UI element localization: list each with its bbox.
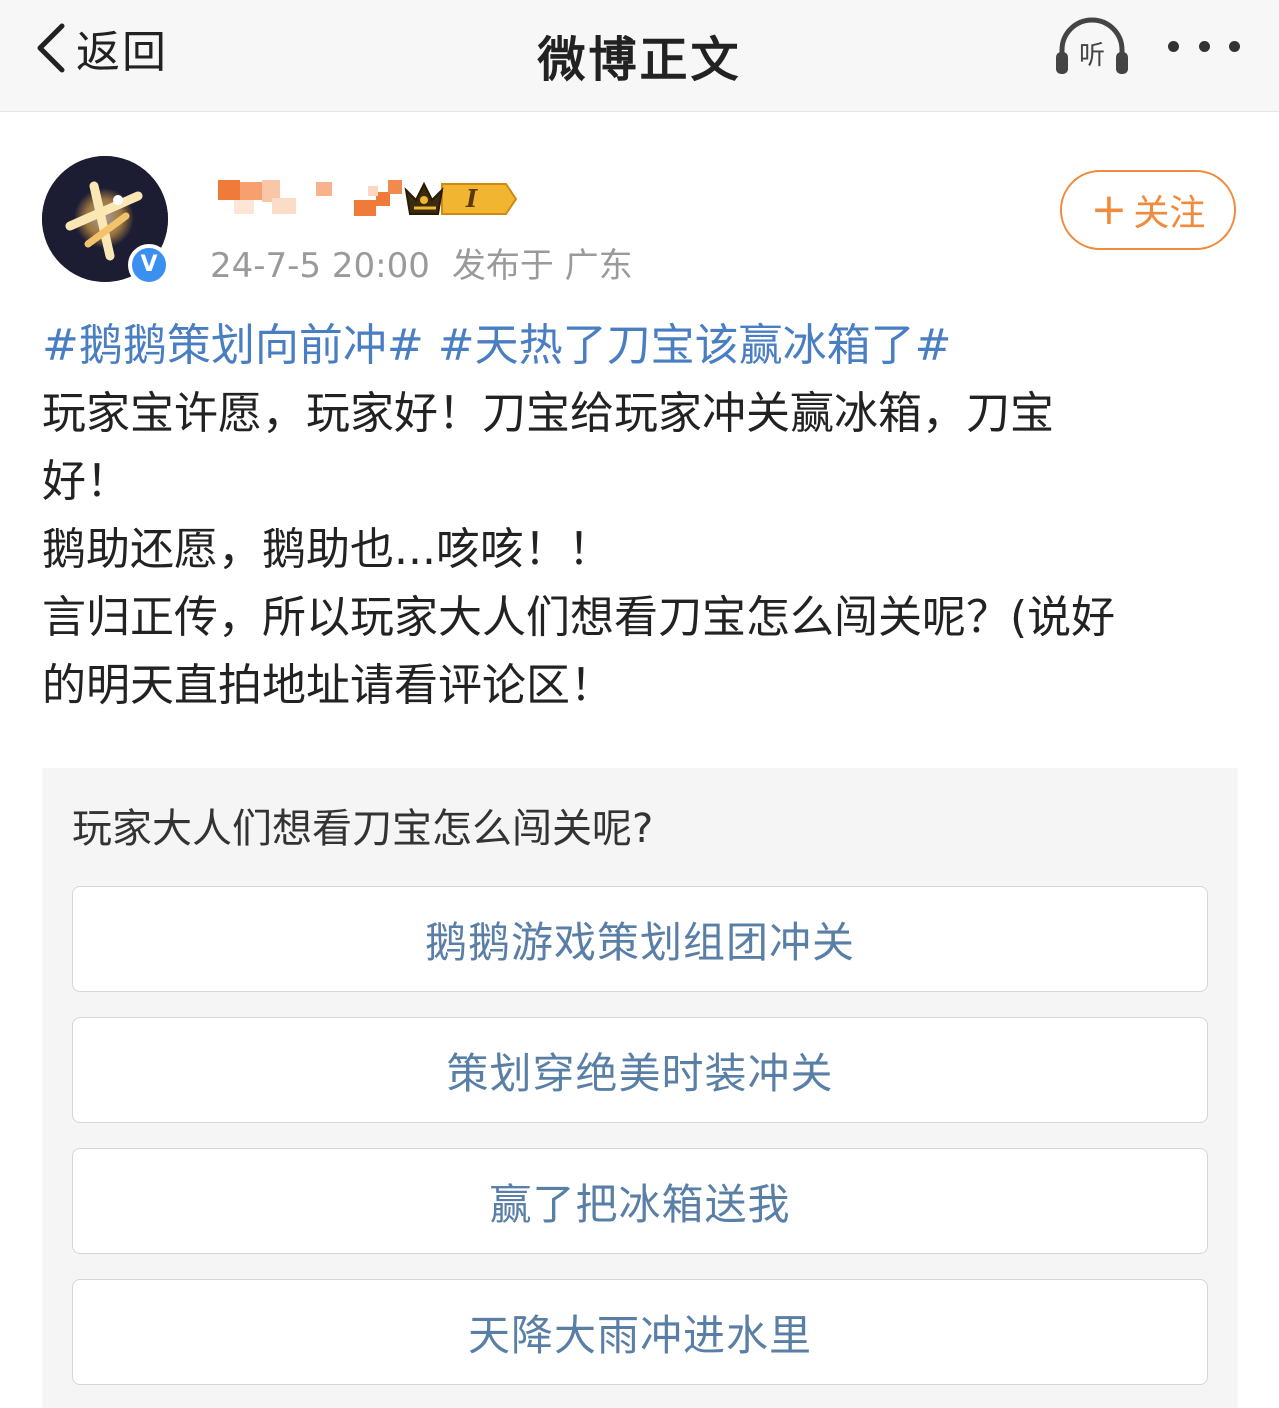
post-text-line: 好！	[42, 456, 130, 507]
username-redacted[interactable]	[212, 172, 402, 220]
post-timestamp: 24-7-5 20:00	[210, 246, 430, 286]
post-location: 发布于 广东	[451, 246, 633, 286]
more-dot	[1198, 40, 1210, 52]
redacted-name-pixels	[218, 180, 402, 216]
topic-line: #鹅鹅策划向前冲# #天热了刀宝该赢冰箱了#	[42, 312, 1242, 380]
post-text-line: 玩家宝许愿，玩家好！刀宝给玩家冲关赢冰箱，刀宝	[42, 388, 1054, 439]
listen-label: 听	[1079, 41, 1105, 71]
crown-icon	[404, 181, 518, 215]
topic-link[interactable]: #鹅鹅策划向前冲#	[42, 320, 424, 371]
post-text-line: 的明天直拍地址请看评论区！	[42, 660, 614, 711]
poll-card: 玩家大人们想看刀宝怎么闯关呢? 鹅鹅游戏策划组团冲关 策划穿绝美时装冲关 赢了把…	[42, 768, 1238, 1408]
poll-option[interactable]: 策划穿绝美时装冲关	[72, 1017, 1208, 1123]
post-meta: 24-7-5 20:00 发布于 广东	[210, 238, 633, 287]
post-text-line: 言归正传，所以玩家大人们想看刀宝怎么闯关呢？(说好	[42, 592, 1116, 643]
follow-button[interactable]: + 关注	[1060, 170, 1236, 250]
headphones-icon: 听	[1056, 17, 1128, 74]
poll-option[interactable]: 天降大雨冲进水里	[72, 1279, 1208, 1385]
poll-option[interactable]: 鹅鹅游戏策划组团冲关	[72, 886, 1208, 992]
member-rank-badge[interactable]	[402, 176, 520, 222]
rank-level-label: I	[466, 184, 478, 213]
more-dot	[1229, 40, 1240, 52]
plus-icon: +	[1090, 184, 1128, 235]
poll-option[interactable]: 赢了把冰箱送我	[72, 1148, 1208, 1254]
post-body: #鹅鹅策划向前冲# #天热了刀宝该赢冰箱了# 玩家宝许愿，玩家好！刀宝给玩家冲关…	[42, 312, 1242, 720]
post-text-line: 鹅助还愿，鹅助也...咳咳！！	[42, 524, 612, 575]
more-options-icon[interactable]	[1168, 36, 1240, 56]
verified-badge-icon: V	[128, 244, 170, 286]
listen-button[interactable]: 听	[1052, 16, 1132, 80]
top-navbar: 返回 微博正文 听	[0, 0, 1279, 112]
follow-label: 关注	[1133, 193, 1206, 234]
more-dot	[1168, 40, 1179, 52]
poll-question: 玩家大人们想看刀宝怎么闯关呢?	[72, 806, 654, 852]
topic-link[interactable]: #天热了刀宝该赢冰箱了#	[438, 320, 952, 371]
